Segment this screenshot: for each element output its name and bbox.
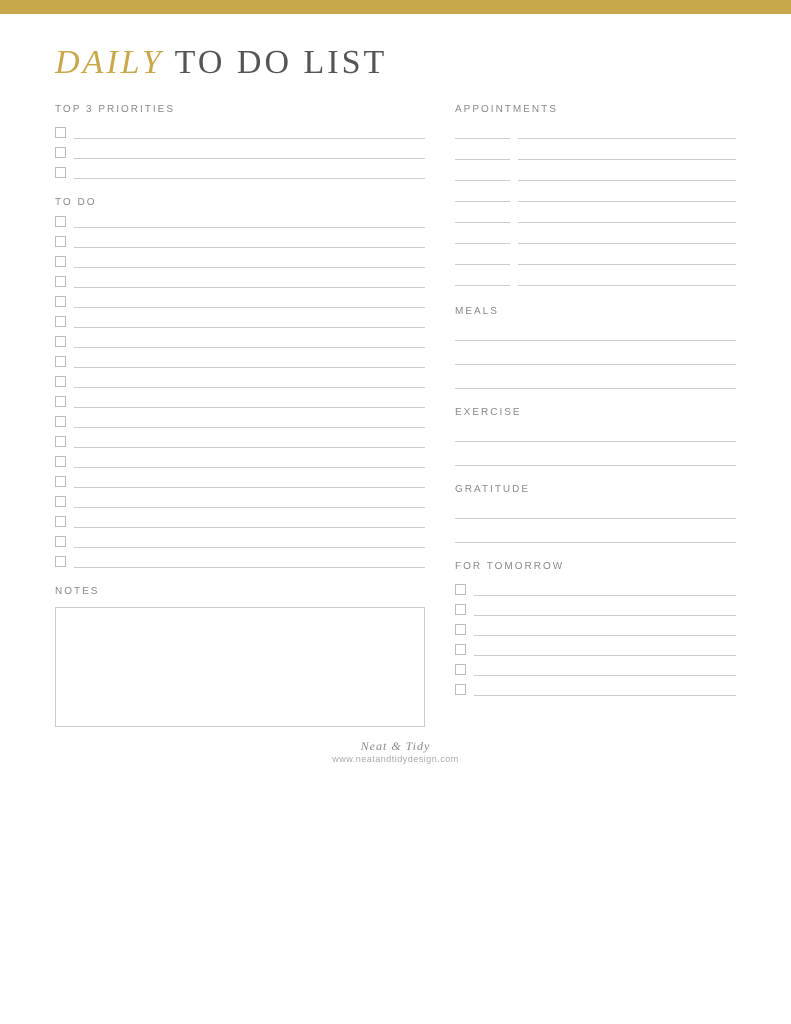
- todo-item: [55, 414, 425, 428]
- for-tomorrow-label: FOR TOMORROW: [455, 561, 736, 572]
- page: DAILY TO DO LIST TOP 3 PRIORITIES: [0, 0, 791, 1024]
- footer-brand: Neat & Tidy: [55, 739, 736, 754]
- todo-item: [55, 314, 425, 328]
- todo-checkbox[interactable]: [55, 456, 66, 467]
- priority-item: [55, 145, 425, 159]
- todo-item: [55, 294, 425, 308]
- todo-item: [55, 494, 425, 508]
- todo-item: [55, 214, 425, 228]
- todo-item: [55, 514, 425, 528]
- priority-checkbox-3[interactable]: [55, 167, 66, 178]
- gold-bar: [0, 0, 791, 14]
- gratitude-line: [455, 505, 736, 519]
- left-column: TOP 3 PRIORITIES T: [55, 104, 425, 727]
- notes-section: NOTES: [55, 586, 425, 727]
- todo-checkbox[interactable]: [55, 476, 66, 487]
- notes-label: NOTES: [55, 586, 425, 597]
- meal-line: [455, 351, 736, 365]
- appointment-item: [455, 188, 736, 202]
- tomorrow-checkbox[interactable]: [455, 664, 466, 675]
- notes-box[interactable]: [55, 607, 425, 727]
- title-daily: DAILY: [55, 44, 164, 81]
- priority-line-2: [74, 145, 425, 159]
- tomorrow-item: [455, 662, 736, 676]
- gratitude-line: [455, 529, 736, 543]
- meals-label: MEALS: [455, 306, 736, 317]
- todo-item: [55, 454, 425, 468]
- todo-checkbox[interactable]: [55, 336, 66, 347]
- todo-checkbox[interactable]: [55, 276, 66, 287]
- appointment-item: [455, 125, 736, 139]
- todo-item: [55, 394, 425, 408]
- priority-line-3: [74, 165, 425, 179]
- todo-checkbox[interactable]: [55, 416, 66, 427]
- todo-checkbox[interactable]: [55, 216, 66, 227]
- tomorrow-checkbox[interactable]: [455, 624, 466, 635]
- exercise-section: EXERCISE: [455, 407, 736, 466]
- todo-item: [55, 354, 425, 368]
- meal-line: [455, 375, 736, 389]
- appointment-item: [455, 167, 736, 181]
- priority-checkbox-2[interactable]: [55, 147, 66, 158]
- todo-item: [55, 254, 425, 268]
- todo-item: [55, 534, 425, 548]
- appointment-item: [455, 230, 736, 244]
- todo-checkbox[interactable]: [55, 496, 66, 507]
- exercise-label: EXERCISE: [455, 407, 736, 418]
- tomorrow-checkbox[interactable]: [455, 644, 466, 655]
- todo-item: [55, 374, 425, 388]
- tomorrow-item: [455, 602, 736, 616]
- priority-line-1: [74, 125, 425, 139]
- todo-checkbox[interactable]: [55, 376, 66, 387]
- todo-section: TO DO: [55, 197, 425, 568]
- footer: Neat & Tidy www.neatandtidydesign.com: [55, 727, 736, 774]
- priorities-label: TOP 3 PRIORITIES: [55, 104, 425, 115]
- todo-checkbox[interactable]: [55, 256, 66, 267]
- todo-checkbox[interactable]: [55, 396, 66, 407]
- footer-url: www.neatandtidydesign.com: [55, 754, 736, 764]
- priority-item: [55, 165, 425, 179]
- todo-checkbox[interactable]: [55, 556, 66, 567]
- todo-checkbox[interactable]: [55, 536, 66, 547]
- appointment-item: [455, 251, 736, 265]
- priority-checkbox-1[interactable]: [55, 127, 66, 138]
- tomorrow-item: [455, 622, 736, 636]
- meals-section: MEALS: [455, 306, 736, 389]
- tomorrow-checkbox[interactable]: [455, 604, 466, 615]
- todo-item: [55, 434, 425, 448]
- appointment-item: [455, 209, 736, 223]
- exercise-line: [455, 452, 736, 466]
- tomorrow-item: [455, 642, 736, 656]
- todo-checkbox[interactable]: [55, 436, 66, 447]
- right-column: APPOINTMENTS MEALS: [455, 104, 736, 727]
- appointments-label: APPOINTMENTS: [455, 104, 736, 115]
- exercise-line: [455, 428, 736, 442]
- todo-checkbox[interactable]: [55, 356, 66, 367]
- todo-item: [55, 334, 425, 348]
- appointment-item: [455, 146, 736, 160]
- todo-label: TO DO: [55, 197, 425, 208]
- tomorrow-item: [455, 682, 736, 696]
- todo-item: [55, 234, 425, 248]
- tomorrow-item: [455, 582, 736, 596]
- appointment-item: [455, 272, 736, 286]
- priorities-section: TOP 3 PRIORITIES: [55, 104, 425, 179]
- gratitude-label: GRATITUDE: [455, 484, 736, 495]
- todo-checkbox[interactable]: [55, 236, 66, 247]
- title-rest: TO DO LIST: [164, 44, 387, 81]
- priority-item: [55, 125, 425, 139]
- page-title: DAILY TO DO LIST: [55, 44, 736, 82]
- gratitude-section: GRATITUDE: [455, 484, 736, 543]
- for-tomorrow-section: FOR TOMORROW: [455, 561, 736, 696]
- todo-item: [55, 474, 425, 488]
- meal-line: [455, 327, 736, 341]
- todo-checkbox[interactable]: [55, 296, 66, 307]
- todo-item: [55, 554, 425, 568]
- tomorrow-checkbox[interactable]: [455, 684, 466, 695]
- appointments-section: APPOINTMENTS: [455, 104, 736, 286]
- todo-item: [55, 274, 425, 288]
- todo-checkbox[interactable]: [55, 316, 66, 327]
- tomorrow-checkbox[interactable]: [455, 584, 466, 595]
- todo-checkbox[interactable]: [55, 516, 66, 527]
